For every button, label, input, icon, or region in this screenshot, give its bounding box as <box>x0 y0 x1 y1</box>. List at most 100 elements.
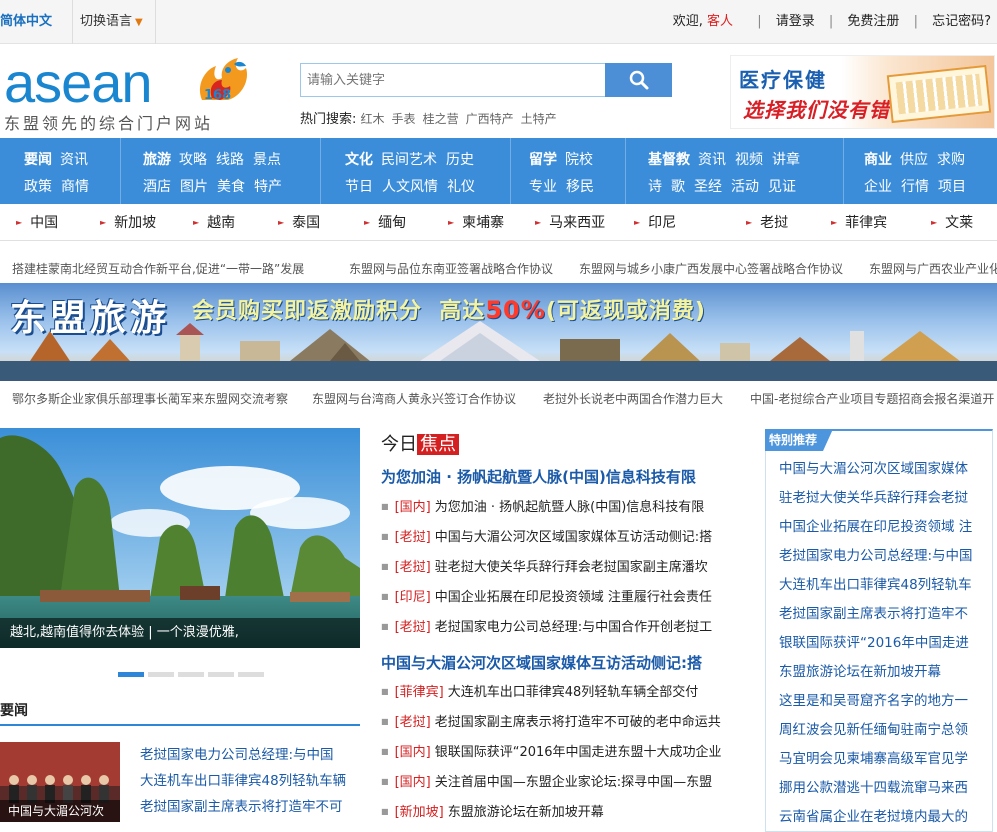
news-item[interactable]: ■ [国内] 关注首届中国—东盟企业家论坛:探寻中国—东盟 <box>381 768 749 798</box>
nav-link[interactable]: 资讯 <box>60 152 88 168</box>
nav-link[interactable]: 移民 <box>566 179 594 195</box>
slide-dot[interactable] <box>178 672 204 677</box>
news-link[interactable]: 大连机车出口菲律宾48列轻轨车辆 <box>140 768 355 794</box>
news-link[interactable]: 老挝国家电力公司总经理:与中国 <box>140 742 355 768</box>
recommend-link[interactable]: 驻老挝大使关华兵辞行拜会老挝 <box>779 484 989 513</box>
recommend-link[interactable]: 银联国际获评“2016年中国走进 <box>779 629 989 658</box>
ticker-item[interactable]: 东盟网与品位东南亚签署战略合作协议 <box>349 260 553 277</box>
hot-keyword[interactable]: 广西特产 <box>466 112 514 126</box>
country-link[interactable]: ► 越南 <box>193 205 235 241</box>
recommend-link[interactable]: 大连机车出口菲律宾48列轻轨车 <box>779 571 989 600</box>
search-input[interactable] <box>300 63 606 97</box>
nav-link[interactable]: 美食 <box>217 179 245 195</box>
country-link[interactable]: ► 马来西亚 <box>535 205 605 241</box>
nav-link[interactable]: 圣经 <box>694 179 722 195</box>
nav-link[interactable]: 酒店 <box>143 179 171 195</box>
forgot-password-link[interactable]: 忘记密码? <box>932 0 991 44</box>
photo-slideshow[interactable]: 越北,越南值得你去体验 | 一个浪漫优雅, <box>0 428 360 648</box>
nav-link[interactable]: 行情 <box>901 179 929 195</box>
nav-link[interactable]: 企业 <box>864 179 892 195</box>
ticker-item[interactable]: 东盟网与城乡小康广西发展中心签署战略合作协议 <box>579 260 843 277</box>
nav-link[interactable]: 歌 <box>671 179 685 195</box>
site-logo[interactable]: asean 168 东盟领先的综合门户网站 <box>4 51 254 133</box>
register-link[interactable]: 免费注册 <box>847 0 899 44</box>
slide-dot[interactable] <box>208 672 234 677</box>
hot-keyword[interactable]: 桂之营 <box>423 112 459 126</box>
country-link[interactable]: ► 缅甸 <box>364 205 406 241</box>
nav-link[interactable]: 民间艺术 <box>381 152 437 168</box>
news-item[interactable]: ■ [国内] 为您加油 · 扬帆起航暨人脉(中国)信息科技有限 <box>381 493 749 523</box>
lang-simplified-chinese[interactable]: 简体中文 <box>0 0 74 44</box>
country-link[interactable]: ► 文莱 <box>931 205 973 241</box>
news-item[interactable]: ■ [国内] 银联国际获评“2016年中国走进东盟十大成功企业 <box>381 738 749 768</box>
ticker-item[interactable]: 中国-老挝综合产业项目专题招商会报名渠道开 <box>750 390 994 407</box>
nav-link[interactable]: 商业 <box>864 152 892 168</box>
country-link[interactable]: ► 中国 <box>16 205 58 241</box>
nav-link[interactable]: 院校 <box>565 152 593 168</box>
recommend-link[interactable]: 马宜明会见柬埔寨高级军官见学 <box>779 745 989 774</box>
login-link[interactable]: 请登录 <box>776 0 815 44</box>
recommend-link[interactable]: 老挝国家副主席表示将打造牢不 <box>779 600 989 629</box>
nav-link[interactable]: 视频 <box>735 152 763 168</box>
hot-keyword[interactable]: 手表 <box>392 112 416 126</box>
ticker-item[interactable]: 搭建桂蒙南北经贸互动合作新平台,促进“一带一路”发展 <box>12 260 304 277</box>
country-link[interactable]: ► 泰国 <box>278 205 320 241</box>
recommend-link[interactable]: 中国企业拓展在印尼投资领域 注 <box>779 513 989 542</box>
ticker-item[interactable]: 东盟网与台湾商人黄永兴签订合作协议 <box>312 390 516 407</box>
recommend-link[interactable]: 老挝国家电力公司总经理:与中国 <box>779 542 989 571</box>
asean-travel-banner[interactable]: 东盟旅游 会员购买即返激励积分 高达50%(可返现或消费) <box>0 283 997 381</box>
nav-link[interactable]: 攻略 <box>179 152 207 168</box>
nav-link[interactable]: 活动 <box>731 179 759 195</box>
recommend-link[interactable]: 中国与大湄公河次区域国家媒体 <box>779 455 989 484</box>
focus-headline[interactable]: 为您加油 · 扬帆起航暨人脉(中国)信息科技有限 <box>381 466 751 487</box>
nav-link[interactable]: 讲章 <box>772 152 800 168</box>
nav-link[interactable]: 节日 <box>345 179 373 195</box>
nav-link[interactable]: 景点 <box>253 152 281 168</box>
news-item[interactable]: ■ [新加坡] 东盟旅游论坛在新加坡开幕 <box>381 798 749 828</box>
slide-dot[interactable] <box>148 672 174 677</box>
ticker-item[interactable]: 东盟网与广西农业产业化 <box>869 260 997 277</box>
nav-link[interactable]: 诗 <box>648 179 662 195</box>
recommend-link[interactable]: 东盟旅游论坛在新加坡开幕 <box>779 658 989 687</box>
nav-link[interactable]: 专业 <box>529 179 557 195</box>
nav-link[interactable]: 政策 <box>24 179 52 195</box>
nav-link[interactable]: 见证 <box>768 179 796 195</box>
ticker-item[interactable]: 老挝外长说老中两国合作潜力巨大 <box>543 390 723 407</box>
recommend-link[interactable]: 挪用公款潜逃十四载流窜马来西 <box>779 774 989 803</box>
nav-link[interactable]: 线路 <box>216 152 244 168</box>
nav-link[interactable]: 商情 <box>61 179 89 195</box>
country-link[interactable]: ► 新加坡 <box>100 205 156 241</box>
slide-dot[interactable] <box>238 672 264 677</box>
nav-link[interactable]: 项目 <box>938 179 966 195</box>
healthcare-ad-banner[interactable]: 医疗保健 选择我们没有错 <box>730 55 995 129</box>
news-item[interactable]: ■ [老挝] 中国与大湄公河次区域国家媒体互访活动侧记:搭 <box>381 523 749 553</box>
nav-link[interactable]: 人文风情 <box>382 179 438 195</box>
hot-keyword[interactable]: 土特产 <box>521 112 557 126</box>
switch-language-dropdown[interactable]: 切换语言 ▼ <box>80 0 156 44</box>
recommend-link[interactable]: 云南省属企业在老挝境内最大的 <box>779 803 989 832</box>
nav-link[interactable]: 基督教 <box>648 152 690 168</box>
news-item[interactable]: ■ [老挝] 老挝国家电力公司总经理:与中国合作开创老挝工 <box>381 613 749 643</box>
nav-link[interactable]: 特产 <box>254 179 282 195</box>
nav-link[interactable]: 资讯 <box>698 152 726 168</box>
news-item[interactable]: ■ [菲律宾] 大连机车出口菲律宾48列轻轨车辆全部交付 <box>381 678 749 708</box>
nav-link[interactable]: 要闻 <box>24 152 52 168</box>
recommend-link[interactable]: 这里是和吴哥窟齐名字的地方一 <box>779 687 989 716</box>
focus-headline[interactable]: 中国与大湄公河次区域国家媒体互访活动侧记:搭 <box>381 652 751 673</box>
nav-link[interactable]: 供应 <box>900 152 928 168</box>
hot-keyword[interactable]: 红木 <box>361 112 385 126</box>
news-item[interactable]: ■ [老挝] 老挝国家副主席表示将打造牢不可破的老中命运共 <box>381 708 749 738</box>
nav-link[interactable]: 求购 <box>937 152 965 168</box>
nav-link[interactable]: 旅游 <box>143 152 171 168</box>
nav-link[interactable]: 图片 <box>180 179 208 195</box>
news-link[interactable]: 老挝国家副主席表示将打造牢不可 <box>140 794 355 820</box>
news-item[interactable]: ■ [印尼] 中国企业拓展在印尼投资领域 注重履行社会责任 <box>381 583 749 613</box>
country-link[interactable]: ► 柬埔寨 <box>448 205 504 241</box>
slide-dot[interactable] <box>118 672 144 677</box>
nav-link[interactable]: 历史 <box>446 152 474 168</box>
ticker-item[interactable]: 鄂尔多斯企业家俱乐部理事长蔺军来东盟网交流考察 <box>12 390 288 407</box>
nav-link[interactable]: 留学 <box>529 152 557 168</box>
nav-link[interactable]: 礼仪 <box>447 179 475 195</box>
country-link[interactable]: ► 菲律宾 <box>831 205 887 241</box>
country-link[interactable]: ► 老挝 <box>746 205 788 241</box>
